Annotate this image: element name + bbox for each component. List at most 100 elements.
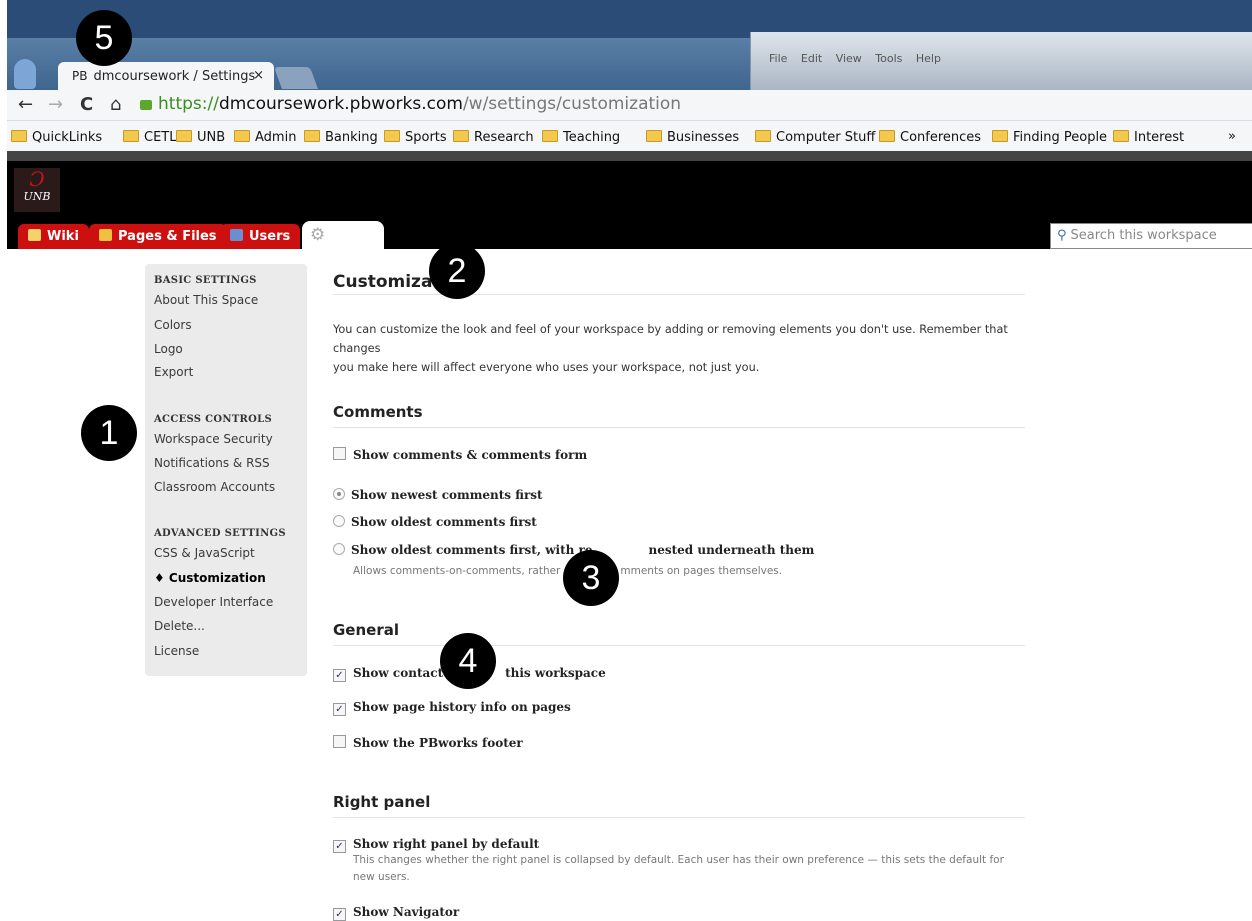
sidebar-item-workspace-security[interactable]: Workspace Security [154, 432, 273, 446]
folder-icon [879, 130, 895, 142]
annotation-badge-5: 5 [76, 10, 132, 66]
forward-arrow-icon[interactable]: → [48, 94, 63, 115]
search-input[interactable]: ⚲ Search this workspace [1050, 223, 1252, 249]
show-right-panel-checkbox[interactable]: ✓ Show right panel by default [333, 837, 539, 853]
show-comments-checkbox[interactable]: Show comments & comments form [333, 446, 587, 462]
folder-icon [542, 130, 558, 142]
users-icon [230, 229, 243, 241]
close-tab-icon[interactable]: × [253, 62, 264, 90]
folder-icon [755, 130, 771, 142]
radio-selected[interactable] [333, 488, 345, 500]
sidebar-item-logo[interactable]: Logo [154, 342, 183, 356]
back-arrow-icon[interactable]: ← [18, 94, 33, 115]
new-tab-button[interactable] [273, 67, 319, 89]
bookmark-folder[interactable]: Banking [304, 129, 378, 145]
radio-unselected[interactable] [333, 543, 345, 555]
sidebar-item-delete[interactable]: Delete... [154, 619, 205, 633]
settings-sidebar: BASIC SETTINGS About This Space Colors L… [145, 264, 307, 676]
radio-unselected[interactable] [333, 515, 345, 527]
background-window: File Edit View Tools Help [750, 32, 1252, 90]
home-icon[interactable]: ⌂ [110, 94, 121, 115]
bookmark-folder[interactable]: Finding People [992, 129, 1107, 145]
folder-icon [453, 130, 469, 142]
folder-icon [384, 130, 400, 142]
sidebar-heading-access: ACCESS CONTROLS [154, 414, 273, 425]
address-bar[interactable]: https://dmcoursework.pbworks.com/w/setti… [140, 94, 681, 114]
reload-icon[interactable]: C [80, 94, 93, 115]
folder-icon [304, 130, 320, 142]
wiki-icon [28, 229, 41, 241]
sidebar-heading-advanced: ADVANCED SETTINGS [154, 528, 286, 539]
background-window-menu: File Edit View Tools Help [769, 52, 941, 65]
bookmarks-bar: QuickLinks CETL UNB Admin Banking Sports… [7, 121, 1252, 152]
bookmark-folder[interactable]: QuickLinks [11, 129, 102, 145]
show-footer-checkbox[interactable]: Show the PBworks footer [333, 734, 523, 750]
bookmark-folder[interactable]: CETL [123, 129, 176, 145]
divider [333, 645, 1025, 646]
annotation-badge-1: 1 [81, 405, 137, 461]
tab-users[interactable]: Users [220, 224, 301, 249]
checkbox-checked[interactable]: ✓ [333, 840, 346, 853]
right-panel-help-text: This changes whether the right panel is … [353, 854, 1004, 883]
logo-mark-icon: Ɔ [29, 167, 45, 191]
show-navigator-checkbox[interactable]: ✓ Show Navigator [333, 905, 459, 921]
page-title: Customizat [333, 272, 441, 292]
sidebar-item-customization[interactable]: ♦ Customization [154, 571, 266, 585]
bookmark-folder[interactable]: Conferences [879, 129, 981, 145]
browser-tab-active[interactable]: PB dmcoursework / Settings × [58, 62, 274, 92]
checkbox-checked[interactable]: ✓ [333, 908, 346, 921]
folder-icon [992, 130, 1008, 142]
bookmarks-overflow[interactable]: » [1228, 129, 1236, 144]
folder-icon [234, 130, 250, 142]
tab-pages-files[interactable]: Pages & Files [89, 224, 227, 249]
pb-favicon-icon: PB [72, 69, 88, 83]
bookmark-folder[interactable]: Interest [1113, 129, 1184, 145]
section-heading-right-panel: Right panel [333, 793, 431, 811]
annotation-badge-4: 4 [440, 633, 496, 689]
intro-text: You can customize the look and feel of y… [333, 323, 1008, 374]
checkbox-checked[interactable]: ✓ [333, 703, 346, 716]
lock-icon [140, 100, 152, 110]
sidebar-item-notifications[interactable]: Notifications & RSS [154, 456, 270, 470]
browser-tab-title: dmcoursework / Settings [93, 69, 256, 84]
section-heading-general: General [333, 621, 399, 639]
sidebar-item-developer-interface[interactable]: Developer Interface [154, 595, 273, 609]
sidebar-item-css-js[interactable]: CSS & JavaScript [154, 546, 255, 560]
tab-wiki[interactable]: Wiki [18, 224, 89, 249]
sidebar-item-license[interactable]: License [154, 644, 199, 658]
sidebar-item-classroom-accounts[interactable]: Classroom Accounts [154, 480, 275, 494]
divider [333, 427, 1025, 428]
checkbox-unchecked[interactable] [333, 735, 346, 748]
annotation-badge-3: 3 [563, 550, 619, 606]
bookmark-folder[interactable]: Businesses [646, 129, 739, 145]
folder-icon [11, 130, 27, 142]
checkbox-unchecked[interactable] [333, 447, 346, 460]
bookmark-folder[interactable]: Computer Stuff [755, 129, 875, 145]
url-host: dmcoursework.pbworks.com [218, 94, 463, 114]
sidebar-item-colors[interactable]: Colors [154, 318, 192, 332]
unb-logo[interactable]: Ɔ UNB [14, 168, 60, 212]
divider [333, 817, 1025, 818]
radio-oldest-first[interactable]: Show oldest comments first [333, 514, 537, 529]
show-history-checkbox[interactable]: ✓ Show page history info on pages [333, 700, 571, 716]
folder-icon [1113, 130, 1129, 142]
bookmark-folder[interactable]: Sports [384, 129, 447, 145]
pages-files-icon [99, 229, 112, 241]
bookmark-folder[interactable]: Research [453, 129, 534, 145]
url-scheme: https:// [158, 94, 219, 114]
tab-settings[interactable]: ⚙ [302, 221, 384, 249]
sidebar-heading-basic: BASIC SETTINGS [154, 275, 257, 286]
bookmark-folder[interactable]: Admin [234, 129, 296, 145]
sidebar-item-about[interactable]: About This Space [154, 293, 258, 307]
folder-icon [176, 130, 192, 142]
bookmark-folder[interactable]: UNB [176, 129, 225, 145]
divider [333, 294, 1025, 295]
folder-icon [646, 130, 662, 142]
checkbox-checked[interactable]: ✓ [333, 669, 346, 682]
nested-help-text: Allows comments-on-comments, rather mment… [353, 565, 783, 577]
sidebar-item-export[interactable]: Export [154, 365, 193, 379]
radio-newest-first[interactable]: Show newest comments first [333, 487, 543, 502]
bookmark-folder[interactable]: Teaching [542, 129, 620, 145]
profile-icon[interactable] [14, 59, 36, 89]
url-path: /w/settings/customization [462, 94, 682, 114]
